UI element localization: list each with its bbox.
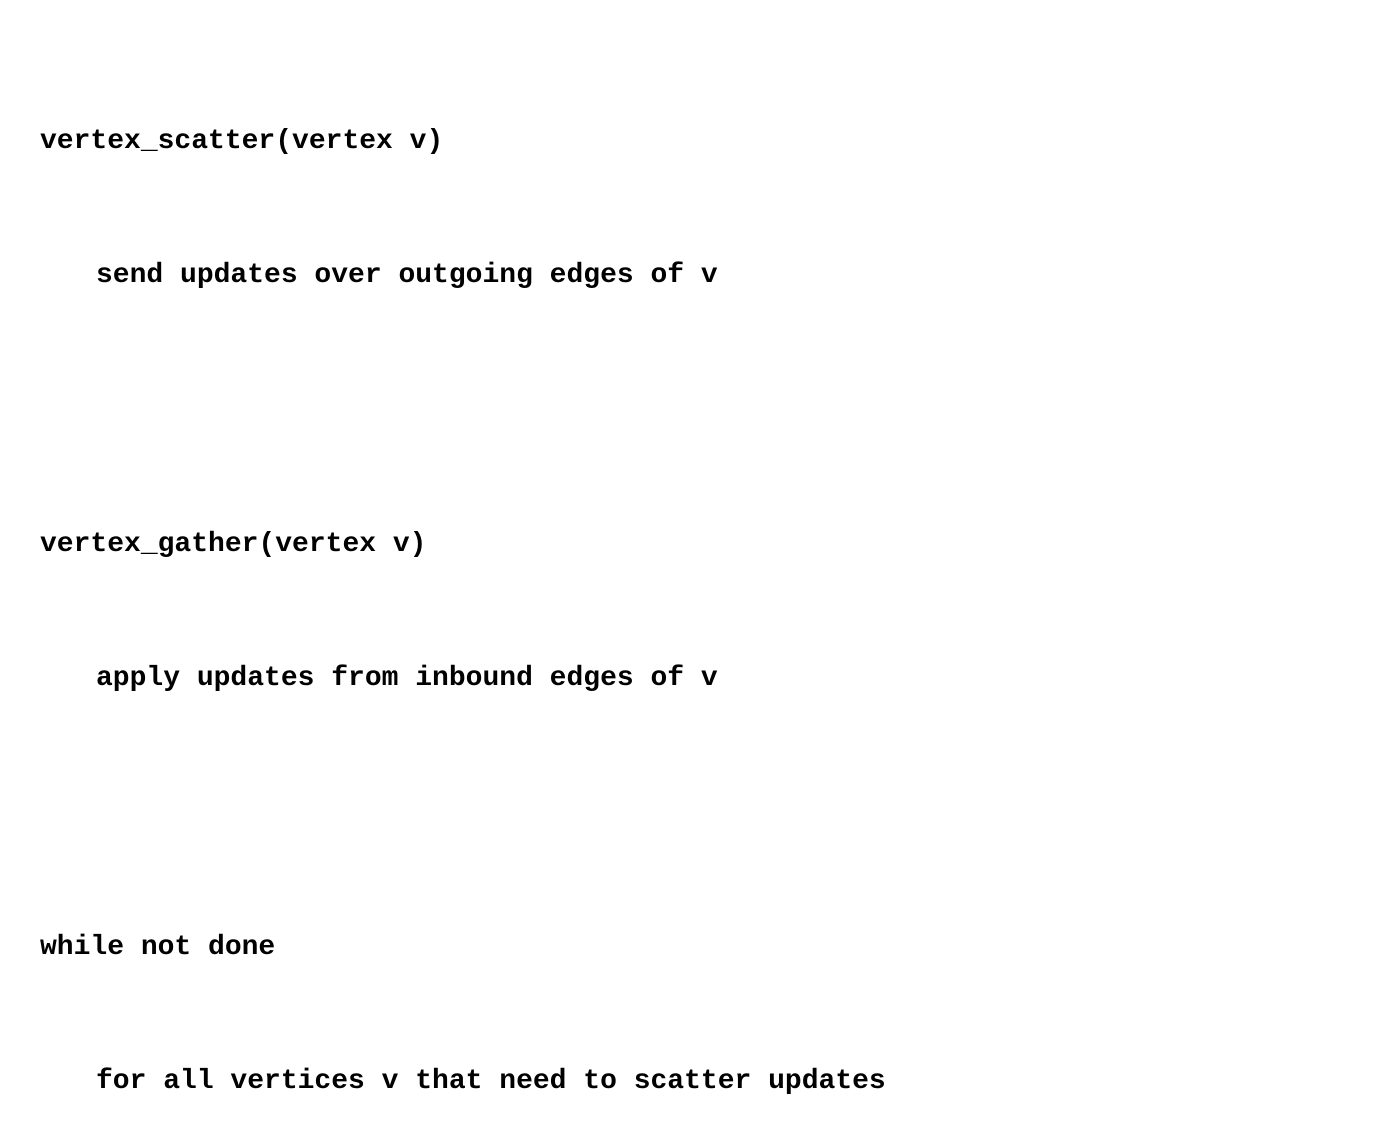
code-line-scatter-def: vertex_scatter(vertex v) — [40, 120, 1350, 165]
blank-line — [40, 792, 1350, 837]
code-line-for-scatter: for all vertices v that need to scatter … — [40, 1060, 1350, 1105]
code-line-scatter-body: send updates over outgoing edges of v — [40, 254, 1350, 299]
code-line-gather-def: vertex_gather(vertex v) — [40, 523, 1350, 568]
code-line-gather-body: apply updates from inbound edges of v — [40, 657, 1350, 702]
code-line-while: while not done — [40, 926, 1350, 971]
pseudocode-block: vertex_scatter(vertex v) send updates ov… — [40, 30, 1350, 1124]
blank-line — [40, 388, 1350, 433]
